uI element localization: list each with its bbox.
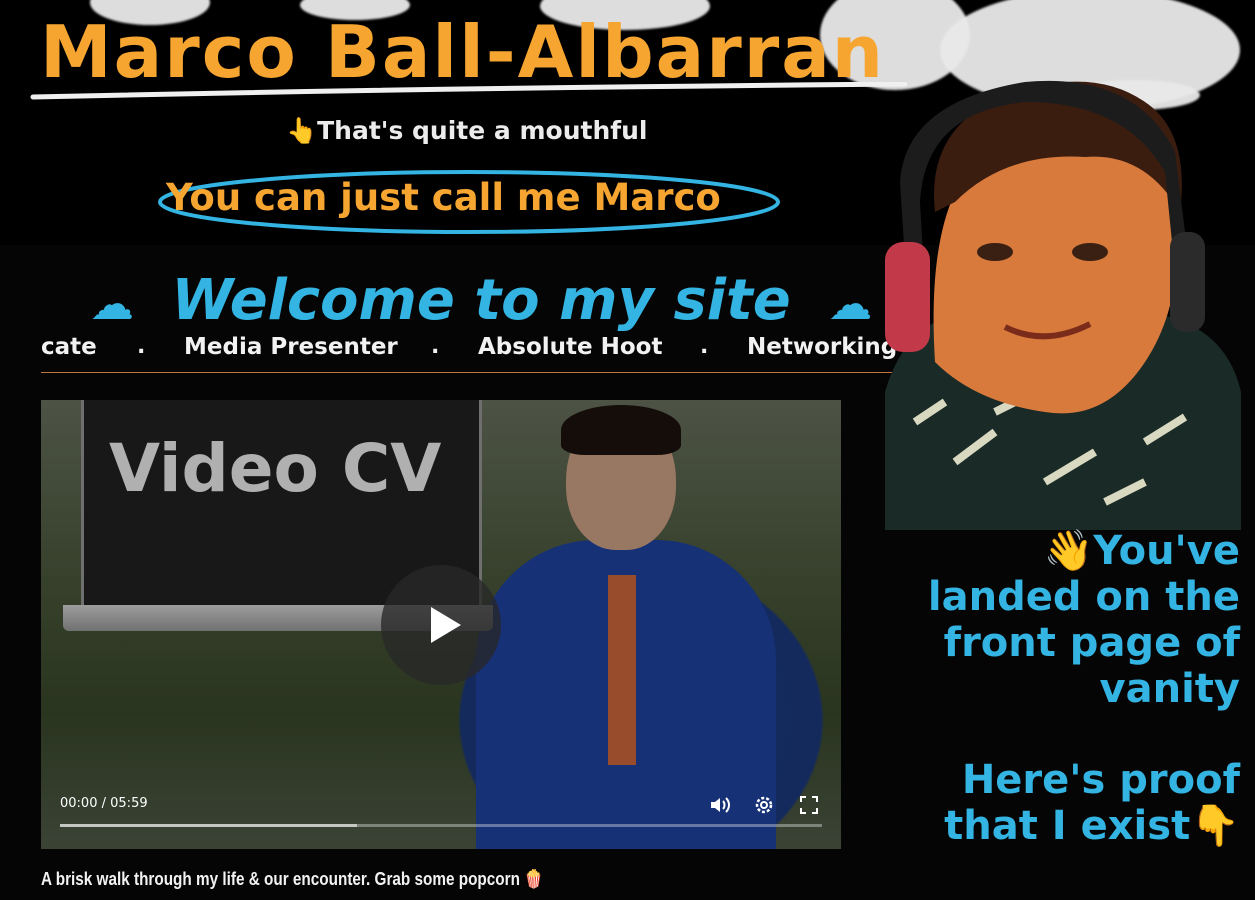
marquee-separator: .: [137, 334, 146, 359]
call-me-text: You can just call me Marco: [166, 176, 721, 219]
time-total: 05:59: [110, 796, 148, 811]
volume-icon[interactable]: [708, 793, 732, 817]
proof-text: Here's proof that I exist👇: [944, 757, 1240, 849]
tagline: 👆That's quite a mouthful: [286, 116, 648, 145]
landed-text: 👋You've landed on the front page of vani…: [927, 528, 1240, 712]
fullscreen-icon[interactable]: [797, 793, 821, 817]
video-time: 00:00 / 05:59: [60, 796, 148, 811]
profile-photo: [845, 62, 1241, 530]
marquee-separator: .: [431, 334, 440, 359]
marquee-separator: .: [700, 334, 709, 359]
marquee-item: Media Presenter: [184, 334, 398, 360]
play-icon: [431, 607, 461, 643]
play-button[interactable]: [381, 565, 501, 685]
time-separator: /: [101, 796, 106, 811]
video-caption: A brisk walk through my life & our encou…: [41, 869, 544, 889]
welcome-heading: ☁ Welcome to my site ☁: [90, 268, 872, 333]
marquee-item: cate: [41, 334, 97, 360]
intro-text: 👋You've landed on the front page of vani…: [910, 528, 1240, 849]
progress-buffered: [60, 824, 358, 827]
cloud-icon: ☁: [90, 279, 134, 330]
time-current: 00:00: [60, 796, 98, 811]
progress-bar[interactable]: [60, 824, 822, 827]
video-player[interactable]: Video CV 00:00 / 05:59: [41, 400, 841, 849]
divider: [41, 372, 941, 373]
welcome-title: Welcome to my site: [171, 268, 791, 333]
underline-decoration: [30, 82, 908, 100]
settings-gear-icon[interactable]: [752, 793, 776, 817]
marquee-item: Absolute Hoot: [478, 334, 663, 360]
